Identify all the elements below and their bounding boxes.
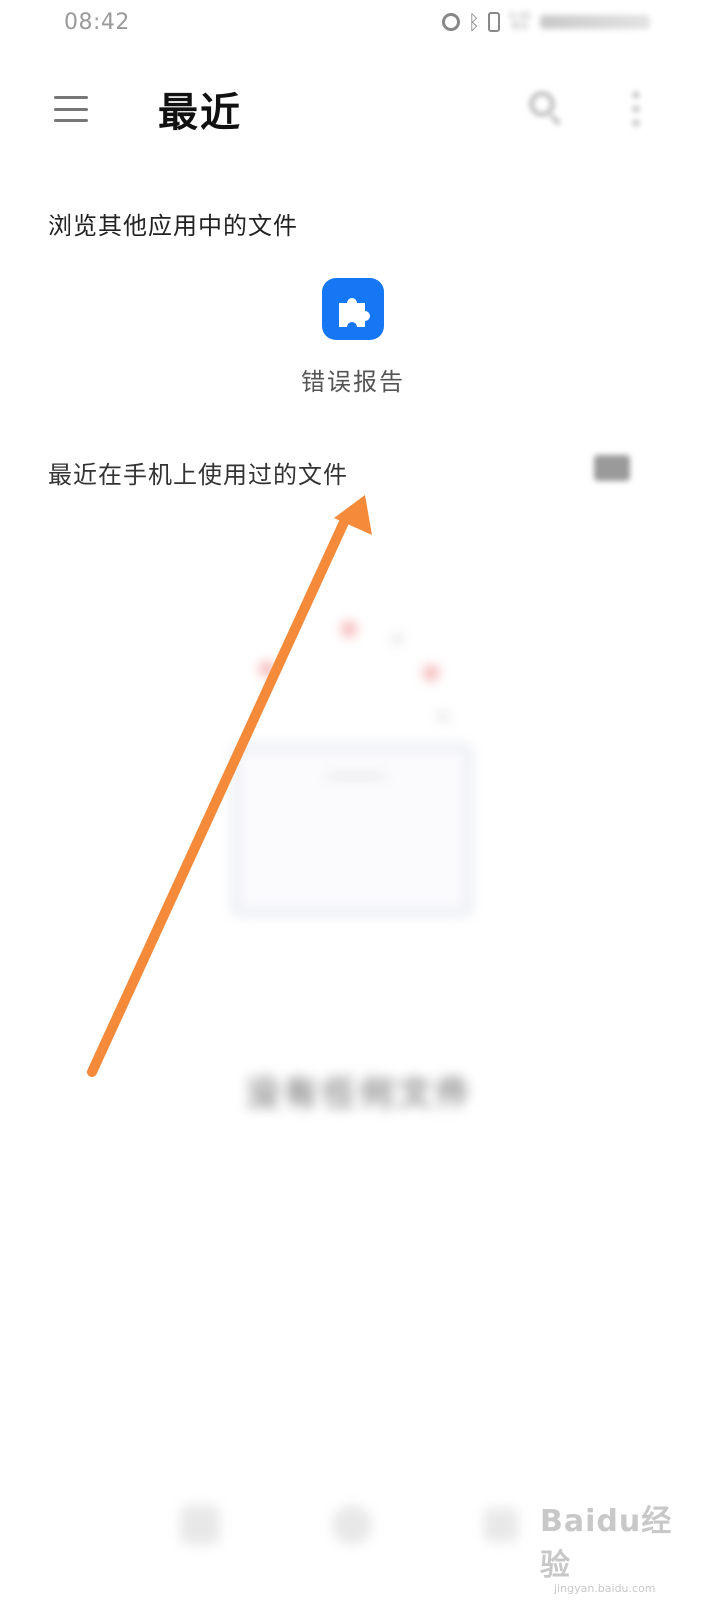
alarm-icon <box>442 13 460 31</box>
watermark-logo: Baidu经验 <box>540 1504 673 1583</box>
view-toggle-icon[interactable] <box>594 455 630 481</box>
more-icon[interactable] <box>628 92 644 126</box>
watermark-sub: jingyan.baidu.com <box>554 1582 656 1595</box>
baidu-watermark: Baidu经验 jingyan.baidu.com <box>540 1496 690 1595</box>
bluetooth-icon: ᛒ <box>468 10 480 34</box>
puzzle-piece-icon <box>322 278 384 340</box>
status-bar: 08:42 ᛒ 0.00 B/S <box>0 0 720 52</box>
vibrate-icon <box>488 12 500 32</box>
status-icons: ᛒ 0.00 B/S <box>442 12 650 32</box>
nav-recents-button[interactable] <box>484 1508 518 1542</box>
empty-box-illustration <box>232 744 472 916</box>
nav-home-button[interactable] <box>332 1505 372 1545</box>
app-label: 错误报告 <box>301 368 405 396</box>
browse-section-label: 浏览其他应用中的文件 <box>48 212 298 240</box>
app-tile-bug-report[interactable]: 错误报告 <box>290 278 416 398</box>
network-speed-icon: 0.00 B/S <box>508 11 532 32</box>
nav-back-button[interactable] <box>180 1505 220 1545</box>
menu-icon[interactable] <box>54 96 88 122</box>
status-time: 08:42 <box>64 10 130 35</box>
page-title: 最近 <box>158 89 242 136</box>
recent-section-label: 最近在手机上使用过的文件 <box>48 461 348 489</box>
signal-icon <box>540 15 650 29</box>
empty-state-text: 没有任何文件 <box>246 1074 474 1114</box>
search-icon[interactable] <box>530 92 564 126</box>
empty-state-illustration <box>220 600 500 930</box>
